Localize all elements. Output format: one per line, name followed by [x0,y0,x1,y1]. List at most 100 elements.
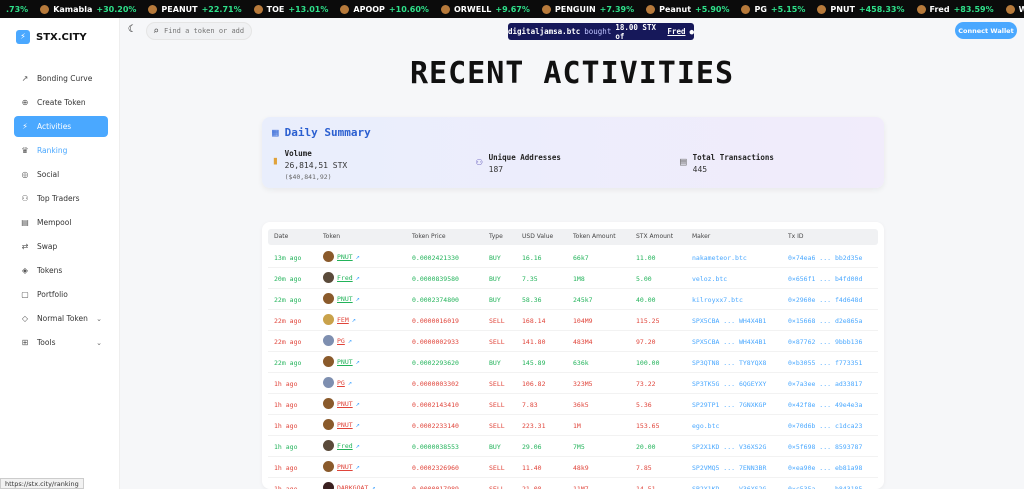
sidebar-item-social[interactable]: ◎ Social [14,164,108,185]
ticker-item[interactable]: Kamabla +30.20% [34,4,142,14]
token-cell[interactable]: PNUT ↗ [323,293,360,304]
token-cell[interactable]: PNUT ↗ [323,398,360,409]
maker-link[interactable]: SP3QTN8 ... TY8YQX8 [692,359,766,367]
ticker-item[interactable]: PEANUT +22.71% [142,4,247,14]
maker-link[interactable]: SP3TK5G ... 6QGEYXY [692,380,766,388]
tx-id-link[interactable]: 0×c535a ... b843185 [788,485,862,489]
sidebar-item-tools[interactable]: ⊞ Tools ⌄ [14,332,108,353]
connect-wallet-button[interactable]: Connect Wallet [955,22,1017,39]
token-link[interactable]: PNUT [337,253,353,261]
tx-id-link[interactable]: 0×2960e ... f4d648d [788,296,862,304]
token-link[interactable]: PNUT [337,400,353,408]
external-link-icon[interactable]: ↗ [348,337,352,345]
external-link-icon[interactable]: ↗ [352,316,356,324]
external-link-icon[interactable]: ↗ [356,274,360,282]
external-link-icon[interactable]: ↗ [356,253,360,261]
external-link-icon[interactable]: ↗ [348,379,352,387]
token-cell[interactable]: PNUT ↗ [323,461,360,472]
table-row[interactable]: 1h ago DARKGOAT ↗ 0.0000017989 SELL 21.08 11M7… [268,478,878,489]
table-row[interactable]: 22m ago FEM ↗ 0.0000016019 SELL 168.14 104M9 11… [268,310,878,331]
maker-link[interactable]: SP2X1KD ... V36XS2G [692,443,766,451]
token-link[interactable]: Fred [337,442,353,450]
token-cell[interactable]: PG ↗ [323,335,352,346]
tx-id-link[interactable]: 0×74ea6 ... bb2d35e [788,254,862,262]
brand[interactable]: ⚡ STX.CITY [16,30,87,44]
external-link-icon[interactable]: ↗ [371,484,375,489]
table-row[interactable]: 22m ago PG ↗ 0.0000002933 SELL 141.80 483M4 97.… [268,331,878,352]
ticker-item[interactable]: .73% [0,5,34,14]
tx-id-link[interactable]: 0×42f8e ... 49e4e3a [788,401,862,409]
tx-id-link[interactable]: 0×7a3ee ... ad33817 [788,380,862,388]
token-link[interactable]: DARKGOAT [337,484,368,489]
external-link-icon[interactable]: ↗ [356,442,360,450]
sidebar-item-normal-token[interactable]: ◇ Normal Token ⌄ [14,308,108,329]
maker-link[interactable]: ego.btc [692,422,719,430]
ticker-item[interactable]: APOOP +10.60% [334,4,435,14]
table-row[interactable]: 13m ago PNUT ↗ 0.0002421330 BUY 16.16 66k7 11.0… [268,247,878,268]
sidebar-item-activities[interactable]: ⚡ Activities [14,116,108,137]
token-cell[interactable]: PNUT ↗ [323,251,360,262]
table-row[interactable]: 22m ago PNUT ↗ 0.0002293620 BUY 145.89 636k 100… [268,352,878,373]
sidebar-item-mempool[interactable]: ▤ Mempool [14,212,108,233]
maker-link[interactable]: SP2X1KD ... V36XS2G [692,485,766,489]
maker-link[interactable]: SPX5CBA ... WH4X4B1 [692,317,766,325]
tx-id-link[interactable]: 0×5f698 ... 8593787 [788,443,862,451]
maker-link[interactable]: nakameteor.btc [692,254,747,262]
table-row[interactable]: 1h ago PNUT ↗ 0.0002143410 SELL 7.83 36k5 5.36 S… [268,394,878,415]
tx-id-link[interactable]: 0×87762 ... 9bbb136 [788,338,862,346]
ticker-item[interactable]: PNUT +458.33% [811,4,910,14]
sidebar-item-tokens[interactable]: ◈ Tokens [14,260,108,281]
external-link-icon[interactable]: ↗ [356,295,360,303]
search-box[interactable]: ⌕ [146,22,252,40]
token-link[interactable]: PNUT [337,358,353,366]
token-cell[interactable]: DARKGOAT ↗ [323,482,376,489]
token-cell[interactable]: PG ↗ [323,377,352,388]
maker-link[interactable]: kilroyxx7.btc [692,296,743,304]
tx-id-link[interactable]: 0×656f1 ... b4fd00d [788,275,862,283]
ticker-item[interactable]: Peanut +5.90% [640,4,735,14]
token-cell[interactable]: Fred ↗ [323,272,360,283]
external-link-icon[interactable]: ↗ [356,463,360,471]
search-input[interactable] [164,27,245,35]
tx-id-link[interactable]: 0×15668 ... d2e865a [788,317,862,325]
table-row[interactable]: 22m ago PNUT ↗ 0.0002374800 BUY 58.36 245k7 40.… [268,289,878,310]
token-cell[interactable]: PNUT ↗ [323,419,360,430]
ticker-item[interactable]: TOE +13.01% [248,4,335,14]
table-row[interactable]: 1h ago Fred ↗ 0.0000038553 BUY 29.06 7M5 20.00 S… [268,436,878,457]
token-cell[interactable]: Fred ↗ [323,440,360,451]
token-link[interactable]: PG [337,337,345,345]
ticker-item[interactable]: ORWELL +9.67% [435,4,536,14]
token-link[interactable]: FEM [337,316,349,324]
token-link[interactable]: PG [337,379,345,387]
banner-token[interactable]: Fred [667,27,685,36]
tx-id-link[interactable]: 0×70d6b ... c1dca23 [788,422,862,430]
token-link[interactable]: PNUT [337,463,353,471]
moon-icon[interactable]: ☾ [128,24,134,35]
ticker-item[interactable]: PG +5.15% [735,4,811,14]
token-link[interactable]: PNUT [337,421,353,429]
token-link[interactable]: PNUT [337,295,353,303]
maker-link[interactable]: SP2VMQ5 ... 7ENN3BR [692,464,766,472]
sidebar-item-bonding-curve[interactable]: ↗ Bonding Curve [14,68,108,89]
maker-link[interactable]: SPX5CBA ... WH4X4B1 [692,338,766,346]
live-trade-banner[interactable]: digitaljamsa.btc bought 18.00 STX of Fre… [508,23,694,41]
sidebar-item-create-token[interactable]: ⊕ Create Token [14,92,108,113]
table-row[interactable]: 1h ago PNUT ↗ 0.0002233140 SELL 223.31 1M 153.6… [268,415,878,436]
table-row[interactable]: 20m ago Fred ↗ 0.0000839580 BUY 7.35 1M8 5.00 ve… [268,268,878,289]
sidebar-item-ranking[interactable]: ♛ Ranking [14,140,108,161]
token-link[interactable]: Fred [337,274,353,282]
tx-id-link[interactable]: 0×ea90e ... eb81a98 [788,464,862,472]
external-link-icon[interactable]: ↗ [356,400,360,408]
sidebar-item-swap[interactable]: ⇄ Swap [14,236,108,257]
ticker-item[interactable]: WISK+67.73% [1000,4,1024,14]
sidebar-item-top-traders[interactable]: ⚇ Top Traders [14,188,108,209]
table-row[interactable]: 1h ago PG ↗ 0.0000003302 SELL 106.82 323M5 73.2… [268,373,878,394]
maker-link[interactable]: SP29TP1 ... 7GNXKGP [692,401,766,409]
table-row[interactable]: 1h ago PNUT ↗ 0.0002326960 SELL 11.40 48k9 7.85… [268,457,878,478]
ticker-item[interactable]: Fred +83.59% [911,4,1000,14]
sidebar-item-portfolio[interactable]: ▢ Portfolio [14,284,108,305]
token-cell[interactable]: FEM ↗ [323,314,356,325]
external-link-icon[interactable]: ↗ [356,358,360,366]
ticker-item[interactable]: PENGUIN +7.39% [536,4,640,14]
tx-id-link[interactable]: 0×b3055 ... f773351 [788,359,862,367]
